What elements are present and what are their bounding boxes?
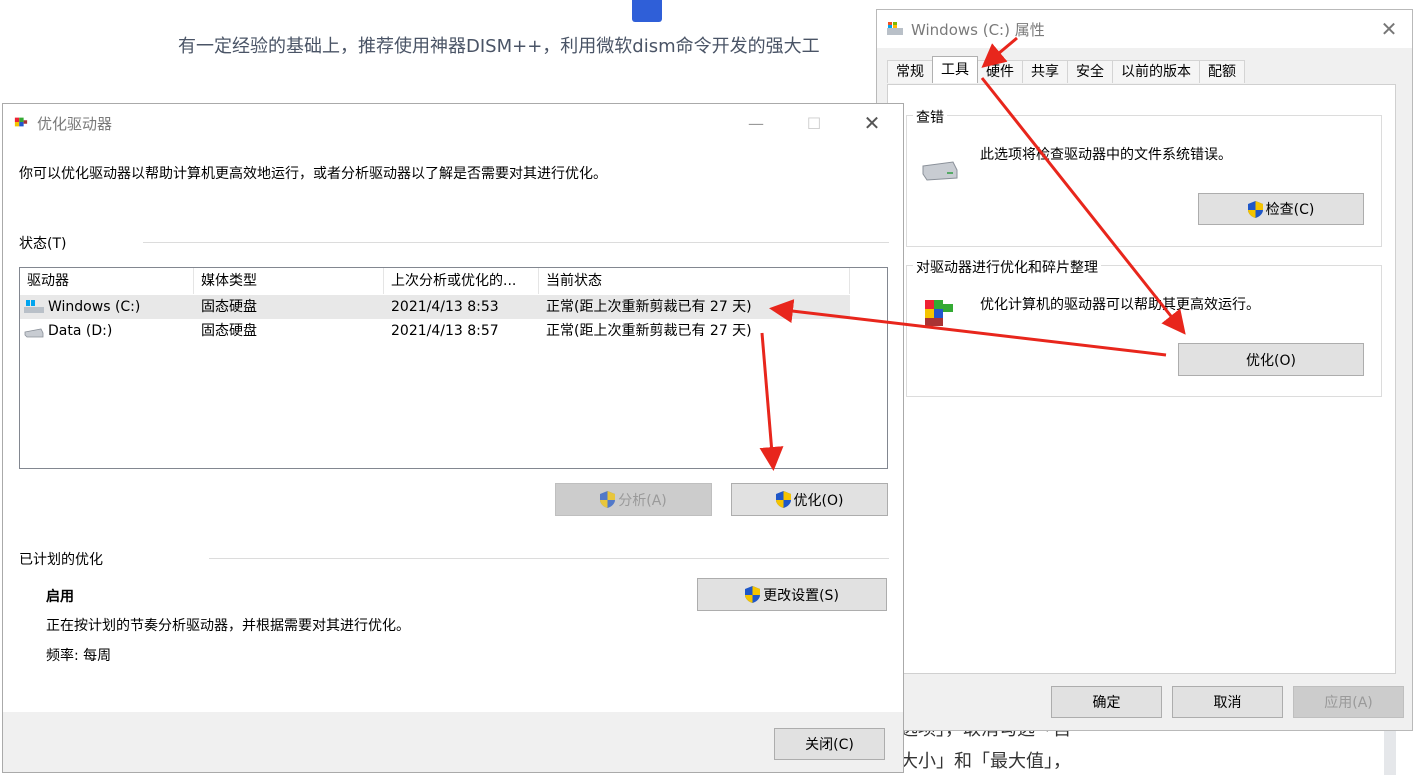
- analyze-label: 分析(A): [618, 492, 667, 509]
- cancel-label: 取消: [1213, 695, 1242, 711]
- column-last-run[interactable]: 上次分析或优化的...: [384, 268, 539, 294]
- uac-shield-icon: [1247, 200, 1263, 218]
- status-divider: [143, 242, 889, 243]
- article-top-marker: [632, 0, 662, 22]
- article-text-line-2: 大小」和「最大值」，: [900, 751, 1071, 772]
- optimize-label: 优化(O): [793, 492, 844, 509]
- analyze-button[interactable]: 分析(A): [555, 483, 712, 516]
- column-drive[interactable]: 驱动器: [20, 268, 194, 294]
- tab-general[interactable]: 常规: [887, 60, 933, 83]
- optimize-title: 优化驱动器: [37, 115, 113, 133]
- tab-previous-versions[interactable]: 以前的版本: [1112, 60, 1200, 83]
- frequency-text: 频率: 每周: [46, 648, 112, 664]
- optimize-group-description: 优化计算机的驱动器可以帮助其更高效运行。: [980, 297, 1260, 313]
- cancel-button[interactable]: 取消: [1172, 686, 1283, 718]
- optimize-titlebar: 优化驱动器 — ☐ ✕: [3, 104, 903, 142]
- ok-label: 确定: [1092, 695, 1121, 711]
- tab-hardware[interactable]: 硬件: [977, 60, 1023, 83]
- defrag-icon: [925, 300, 953, 326]
- tools-tab-panel: 查错 此选项将检查驱动器中的文件系统错误。 检查(C) 对驱动器进行优化和碎片整…: [887, 84, 1396, 674]
- change-settings-button[interactable]: 更改设置(S): [697, 578, 887, 611]
- scheduled-description: 正在按计划的节奏分析驱动器，并根据需要对其进行优化。: [46, 618, 410, 634]
- check-button-label: 检查(C): [1265, 202, 1315, 218]
- tab-quota[interactable]: 配额: [1199, 60, 1245, 83]
- change-settings-label: 更改设置(S): [763, 587, 839, 604]
- ok-button[interactable]: 确定: [1051, 686, 1162, 718]
- maximize-button[interactable]: ☐: [785, 104, 843, 142]
- minimize-button[interactable]: —: [727, 104, 785, 142]
- hard-drive-icon: [24, 328, 44, 338]
- drive-status: 正常(距上次重新剪裁已有 27 天): [546, 323, 752, 339]
- scheduled-divider: [209, 558, 889, 559]
- properties-optimize-label: 优化(O): [1246, 352, 1296, 369]
- properties-close-button[interactable]: ✕: [1366, 10, 1412, 48]
- error-check-group: 查错 此选项将检查驱动器中的文件系统错误。 检查(C): [906, 107, 1382, 247]
- table-row[interactable]: Windows (C:) 固态硬盘 2021/4/13 8:53 正常(距上次重…: [20, 295, 850, 319]
- hard-drive-icon: [922, 161, 958, 181]
- column-media-type[interactable]: 媒体类型: [194, 268, 384, 294]
- tab-sharing[interactable]: 共享: [1022, 60, 1068, 83]
- column-status[interactable]: 当前状态: [539, 268, 850, 294]
- properties-optimize-button[interactable]: 优化(O): [1178, 343, 1364, 376]
- drive-last-run: 2021/4/13 8:57: [391, 323, 499, 339]
- maximize-icon: ☐: [806, 113, 822, 133]
- uac-shield-icon: [775, 491, 791, 508]
- close-icon: ✕: [1380, 17, 1398, 41]
- drive-icon: [887, 22, 903, 35]
- properties-titlebar: Windows (C:) 属性 ✕: [877, 10, 1412, 48]
- error-check-title: 查错: [913, 107, 947, 127]
- optimize-close-x-button[interactable]: ✕: [843, 104, 901, 142]
- drive-properties-window: Windows (C:) 属性 ✕ 常规 工具 硬件 共享 安全 以前的版本 配…: [876, 9, 1413, 731]
- optimize-group-title: 对驱动器进行优化和碎片整理: [913, 257, 1101, 277]
- apply-label: 应用(A): [1324, 695, 1373, 711]
- tab-tools[interactable]: 工具: [932, 56, 978, 83]
- apply-button[interactable]: 应用(A): [1293, 686, 1404, 718]
- properties-title: Windows (C:) 属性: [911, 21, 1045, 39]
- drives-list: 驱动器 媒体类型 上次分析或优化的... 当前状态 Windows (C:) 固…: [19, 267, 888, 469]
- optimize-body: 你可以优化驱动器以帮助计算机更高效地运行，或者分析驱动器以了解是否需要对其进行优…: [3, 142, 903, 712]
- drive-last-run: 2021/4/13 8:53: [391, 299, 499, 315]
- drive-name: Data (D:): [48, 323, 113, 339]
- drive-media: 固态硬盘: [201, 299, 257, 315]
- close-button[interactable]: 关闭(C): [774, 728, 885, 760]
- properties-tabs: 常规 工具 硬件 共享 安全 以前的版本 配额: [887, 56, 1245, 84]
- optimize-footer: 关闭(C): [3, 712, 903, 772]
- uac-shield-icon: [745, 586, 761, 603]
- close-label: 关闭(C): [805, 737, 854, 753]
- optimize-group: 对驱动器进行优化和碎片整理 优化计算机的驱动器可以帮助其更高效运行。 优化(O): [906, 257, 1382, 397]
- drive-media: 固态硬盘: [201, 323, 257, 339]
- check-button[interactable]: 检查(C): [1198, 193, 1364, 225]
- windows-drive-icon: [24, 300, 44, 313]
- article-headline: 有一定经验的基础上，推荐使用神器DISM++，利用微软dism命令开发的强大工: [178, 36, 820, 57]
- status-label: 状态(T): [19, 236, 67, 252]
- error-check-description: 此选项将检查驱动器中的文件系统错误。: [980, 147, 1232, 163]
- drive-status: 正常(距上次重新剪裁已有 27 天): [546, 299, 752, 315]
- uac-shield-icon: [600, 491, 616, 508]
- minimize-icon: —: [748, 113, 764, 133]
- optimize-drives-window: 优化驱动器 — ☐ ✕ 你可以优化驱动器以帮助计算机更高效地运行，或者分析驱动器…: [2, 103, 904, 773]
- close-icon: ✕: [863, 111, 881, 135]
- defrag-app-icon: [14, 117, 28, 127]
- optimize-button[interactable]: 优化(O): [731, 483, 888, 516]
- table-row[interactable]: Data (D:) 固态硬盘 2021/4/13 8:57 正常(距上次重新剪裁…: [20, 319, 850, 343]
- intro-text: 你可以优化驱动器以帮助计算机更高效地运行，或者分析驱动器以了解是否需要对其进行优…: [19, 166, 607, 182]
- scheduled-label: 已计划的优化: [19, 552, 103, 568]
- drives-list-header: 驱动器 媒体类型 上次分析或优化的... 当前状态: [20, 268, 850, 294]
- drive-name: Windows (C:): [48, 299, 141, 315]
- tab-security[interactable]: 安全: [1067, 60, 1113, 83]
- scheduled-state: 启用: [46, 589, 74, 605]
